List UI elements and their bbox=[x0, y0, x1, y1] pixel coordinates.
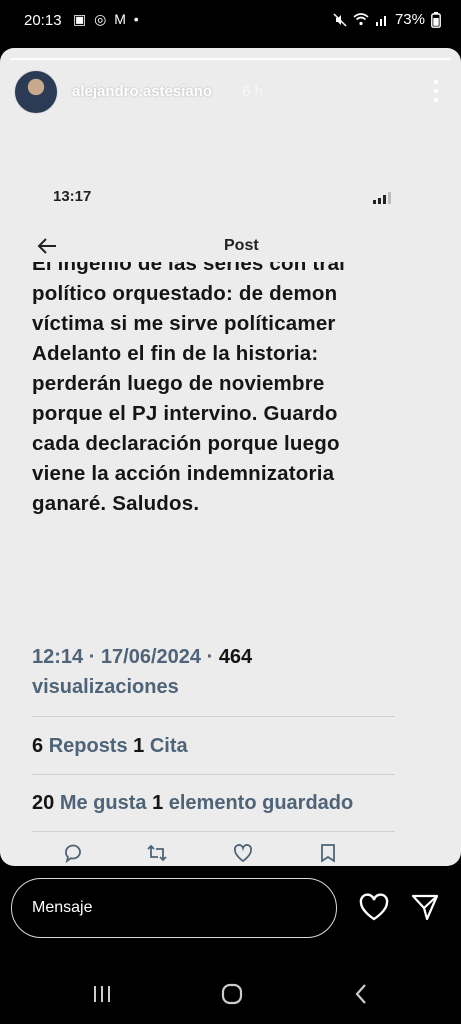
mute-icon bbox=[333, 12, 347, 27]
tweet-line: viene la acción indemnizatoria bbox=[32, 462, 335, 485]
tweet-actions bbox=[0, 842, 461, 864]
status-time: 20:13 bbox=[24, 12, 62, 29]
message-placeholder: Mensaje bbox=[32, 899, 93, 916]
recent-apps-icon[interactable] bbox=[90, 982, 114, 1006]
heart-icon[interactable] bbox=[358, 892, 390, 922]
bookmark-icon bbox=[321, 844, 335, 863]
battery-icon bbox=[431, 11, 441, 28]
tweet-line: Adelanto el fin de la historia: bbox=[32, 342, 319, 365]
tweet-line: ganaré. Saludos. bbox=[32, 492, 200, 515]
like-icon bbox=[233, 844, 253, 863]
likes-label: Me gusta bbox=[59, 792, 147, 814]
more-options-icon[interactable] bbox=[433, 80, 439, 102]
divider bbox=[32, 831, 395, 832]
likes-row: 20 Me gusta 1 elemento guardado bbox=[32, 792, 397, 815]
send-icon[interactable] bbox=[410, 892, 440, 922]
tweet-line: político orquestado: de demon bbox=[32, 282, 338, 305]
views-count: 464 bbox=[218, 646, 253, 668]
tweet-line: porque el PJ intervino. Guardo bbox=[32, 402, 338, 425]
likes-count: 20 bbox=[32, 792, 55, 814]
tweet-line: El ingenio de las series con trai bbox=[32, 262, 346, 275]
reposts-row: 6 Reposts 1 Cita bbox=[32, 735, 397, 758]
avatar[interactable] bbox=[14, 70, 58, 114]
views-label: visualizaciones bbox=[32, 676, 179, 698]
reposts-count: 6 bbox=[32, 735, 44, 757]
battery-percent: 73% bbox=[394, 11, 425, 28]
tweet-line: perderán luego de noviembre bbox=[32, 372, 325, 395]
bookmarks-label: elemento guardado bbox=[168, 792, 354, 814]
back-icon[interactable] bbox=[350, 982, 374, 1006]
reply-bar: Mensaje bbox=[0, 866, 461, 956]
tweet-text: El ingenio de las series con trai políti… bbox=[32, 262, 397, 562]
tweet-line: víctima si me sirve políticamer bbox=[32, 312, 336, 335]
divider bbox=[32, 716, 395, 717]
tweet-line: cada declaración porque luego bbox=[32, 432, 340, 455]
story-username[interactable]: alejandro.astesiano bbox=[72, 83, 212, 100]
quotes-label: Cita bbox=[149, 735, 188, 757]
story-card[interactable]: alejandro.astesiano 6 h 13:17 Post El in… bbox=[0, 48, 461, 866]
tweet-meta: 12:14 · 17/06/2024 · 464 visualizaciones bbox=[32, 642, 392, 702]
wifi-icon bbox=[353, 13, 369, 26]
post-screenshot: 13:17 Post El ingenio de las series con … bbox=[0, 158, 461, 866]
notification-icons: ▣ ◎ M • bbox=[73, 11, 141, 27]
status-right: 73% bbox=[333, 11, 441, 28]
divider bbox=[32, 774, 395, 775]
status-bar: 20:13 ▣ ◎ M • 73% bbox=[0, 0, 461, 44]
message-input[interactable]: Mensaje bbox=[11, 878, 337, 938]
reposts-label: Reposts bbox=[48, 735, 128, 757]
quotes-count: 1 bbox=[133, 735, 145, 757]
reply-icon bbox=[65, 844, 81, 864]
story-header: alejandro.astesiano 6 h bbox=[14, 70, 447, 116]
repost-icon bbox=[147, 844, 167, 862]
tweet-timestamp: 12:14 · 17/06/2024 · bbox=[32, 646, 214, 668]
screenshot-time: 13:17 bbox=[53, 188, 92, 205]
back-arrow-icon bbox=[37, 238, 56, 254]
story-time-ago: 6 h bbox=[242, 83, 263, 100]
screenshot-signal-icon bbox=[373, 192, 391, 204]
system-nav-bar bbox=[0, 960, 461, 1024]
home-icon[interactable] bbox=[220, 982, 244, 1006]
post-header-title: Post bbox=[224, 237, 259, 254]
signal-icon bbox=[375, 16, 386, 26]
story-progress-bar bbox=[10, 58, 451, 60]
bookmarks-count: 1 bbox=[152, 792, 164, 814]
